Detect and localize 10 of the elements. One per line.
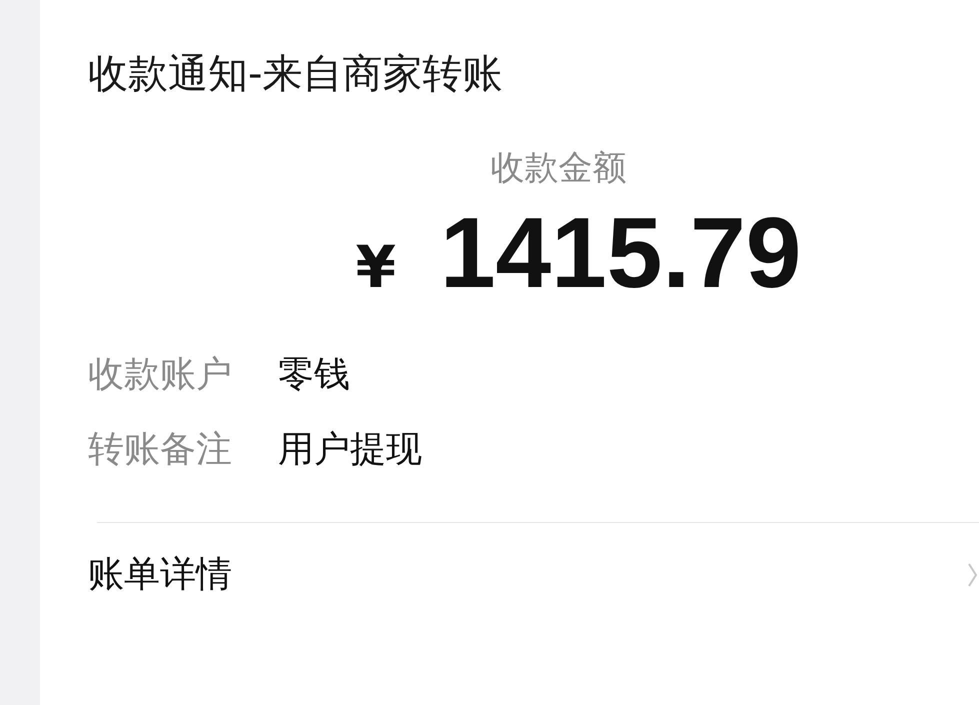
field-value: 零钱	[278, 354, 350, 394]
field-label: 收款账户	[88, 354, 233, 394]
field-value: 用户提现	[278, 430, 422, 470]
amount-value: 1415.79	[440, 202, 802, 303]
field-label: 转账备注	[88, 430, 233, 470]
notification-title: 收款通知-来自商家转账	[88, 50, 504, 98]
bill-details-link[interactable]: 账单详情	[88, 554, 232, 595]
currency-symbol: ¥	[356, 238, 396, 296]
chevron-icon	[967, 562, 977, 588]
amount-label: 收款金额	[490, 148, 626, 189]
